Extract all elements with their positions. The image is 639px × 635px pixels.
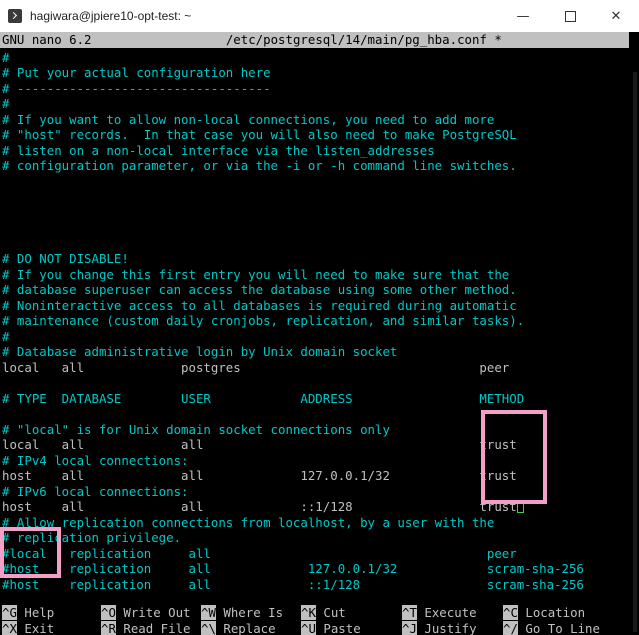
shortcut-help[interactable]: ^G Help xyxy=(2,605,54,621)
editor-line[interactable]: # configuration parameter, or via the -i… xyxy=(2,158,517,174)
editor-line[interactable]: # listen on a non-local interface via th… xyxy=(2,143,435,159)
editor-line[interactable]: # If you change this first entry you wil… xyxy=(2,267,509,283)
maximize-button[interactable] xyxy=(547,0,593,32)
shortcut-write-out[interactable]: ^O Write Out xyxy=(101,605,191,621)
shortcut-paste[interactable]: ^U Paste xyxy=(301,620,361,635)
nano-version: GNU nano 6.2 xyxy=(2,32,92,47)
editor-line[interactable]: # IPv6 local connections: xyxy=(2,484,189,500)
shortcut-label: Read File xyxy=(115,620,191,635)
shortcut-key: ^R xyxy=(101,620,116,635)
editor-line[interactable]: # Database administrative login by Unix … xyxy=(2,344,397,360)
shortcut-justify[interactable]: ^J Justify xyxy=(402,620,477,635)
shortcut-go-to-line[interactable]: ^/ Go To Line xyxy=(503,620,600,635)
maximize-icon xyxy=(564,10,576,22)
shortcut-key: ^\ xyxy=(201,620,216,635)
minimize-button[interactable]: — xyxy=(500,0,546,32)
editor-line[interactable]: # If you want to allow non-local connect… xyxy=(2,112,494,128)
editor-line[interactable]: # xyxy=(2,96,9,112)
editor-line[interactable]: # "local" is for Unix domain socket conn… xyxy=(2,422,390,438)
editor-line[interactable]: # Allow replication connections from loc… xyxy=(2,515,494,531)
editor-line[interactable]: # TYPE DATABASE USER ADDRESS METHOD xyxy=(2,391,524,407)
shortcut-key: ^K xyxy=(301,605,316,620)
nano-header-bar: GNU nano 6.2 /etc/postgresql/14/main/pg_… xyxy=(0,32,631,48)
shortcut-label: Paste xyxy=(315,620,361,635)
shortcut-cut[interactable]: ^K Cut xyxy=(301,605,346,621)
terminal-area[interactable]: GNU nano 6.2 /etc/postgresql/14/main/pg_… xyxy=(0,32,639,635)
shortcut-label: Go To Line xyxy=(517,620,600,635)
editor-line[interactable]: local all postgres peer xyxy=(2,360,509,376)
shortcut-label: Help xyxy=(16,605,55,620)
shortcut-label: Where Is xyxy=(215,605,284,620)
editor-line[interactable]: #host replication all ::1/128 scram-sha-… xyxy=(2,577,584,593)
minimize-icon: — xyxy=(516,8,530,24)
shortcut-label: Replace xyxy=(215,620,276,635)
editor-line[interactable]: # "host" records. In that case you will … xyxy=(2,127,517,143)
shortcut-key: ^U xyxy=(301,620,316,635)
editor-line[interactable]: # DO NOT DISABLE! xyxy=(2,251,129,267)
shortcut-label: Exit xyxy=(16,620,55,635)
editor-line[interactable]: # xyxy=(2,329,9,345)
shortcut-key: ^X xyxy=(2,620,17,635)
shortcut-exit[interactable]: ^X Exit xyxy=(2,620,55,635)
shortcut-label: Write Out xyxy=(115,605,191,620)
shortcut-key: ^/ xyxy=(503,620,518,635)
shortcut-key: ^O xyxy=(101,605,116,620)
terminal-app-icon xyxy=(8,9,22,23)
editor-line[interactable]: # IPv4 local connections: xyxy=(2,453,189,469)
shortcut-label: Cut xyxy=(315,605,346,620)
shortcut-key: ^J xyxy=(402,620,417,635)
window-titlebar[interactable]: hagiwara@jpiere10-opt-test: ~ — ✕ xyxy=(0,0,639,33)
shortcut-where-is[interactable]: ^W Where Is xyxy=(201,605,283,621)
editor-line[interactable]: host all all 127.0.0.1/32 trust xyxy=(2,468,517,484)
editor-line[interactable]: # Noninteractive access to all databases… xyxy=(2,298,517,314)
scrollbar[interactable] xyxy=(629,32,639,635)
editor-line[interactable]: local all all trust xyxy=(2,437,517,453)
editor-line[interactable]: #host replication all 127.0.0.1/32 scram… xyxy=(2,561,584,577)
editor-line[interactable]: # database superuser can access the data… xyxy=(2,282,517,298)
shortcut-replace[interactable]: ^\ Replace xyxy=(201,620,276,635)
shortcut-location[interactable]: ^C Location xyxy=(503,605,585,621)
shortcut-key: ^G xyxy=(2,605,17,620)
editor-line[interactable]: host all all ::1/128 trust xyxy=(2,499,524,515)
shortcut-read-file[interactable]: ^R Read File xyxy=(101,620,191,635)
editor-line[interactable]: # maintenance (custom daily cronjobs, re… xyxy=(2,313,524,329)
shortcut-key: ^C xyxy=(503,605,518,620)
shortcut-label: Execute xyxy=(416,605,477,620)
highlight-method-column xyxy=(481,410,547,504)
window-title: hagiwara@jpiere10-opt-test: ~ xyxy=(30,9,192,23)
shortcut-key: ^T xyxy=(402,605,417,620)
editor-line[interactable]: #local replication all peer xyxy=(2,546,517,562)
shortcut-key: ^W xyxy=(201,605,216,620)
shortcut-label: Location xyxy=(517,605,586,620)
shortcut-execute[interactable]: ^T Execute xyxy=(402,605,477,621)
scrollbar-thumb[interactable] xyxy=(633,72,637,632)
shortcut-label: Justify xyxy=(416,620,477,635)
highlight-replication-rows xyxy=(0,527,61,578)
close-button[interactable]: ✕ xyxy=(593,0,639,32)
editor-line[interactable]: # Put your actual configuration here xyxy=(2,65,271,81)
nano-filename: /etc/postgresql/14/main/pg_hba.conf * xyxy=(225,32,502,47)
editor-line[interactable]: # xyxy=(2,50,9,66)
close-icon: ✕ xyxy=(610,8,622,24)
editor-line[interactable]: # ---------------------------------- xyxy=(2,81,271,97)
